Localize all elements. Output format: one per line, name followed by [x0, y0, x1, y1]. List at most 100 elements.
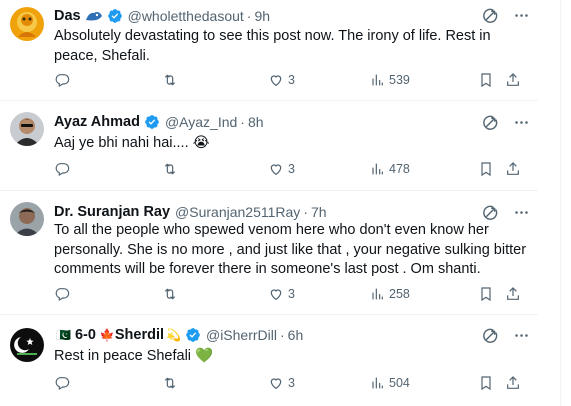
timestamp[interactable]: 9h — [254, 8, 270, 24]
reply-button[interactable] — [54, 72, 74, 88]
views-icon — [372, 377, 383, 389]
share-button[interactable] — [505, 375, 521, 391]
reply-feed: Das @wholetthedasout · 9h Absolutely dev… — [0, 0, 560, 406]
user-handle[interactable]: @iSherrDill — [206, 327, 277, 343]
user-handle[interactable]: @Ayaz_Ind — [165, 114, 237, 130]
like-button[interactable]: 3 — [268, 72, 295, 88]
maple-leaf-icon: 🍁 — [99, 328, 115, 342]
tweet-top-icons — [482, 114, 530, 131]
tweet-suranjan[interactable]: Dr. Suranjan Ray @Suranjan2511Ray · 7h T… — [0, 191, 538, 315]
bookmark-icon — [481, 287, 491, 302]
share-button[interactable] — [505, 161, 521, 177]
user-handle[interactable]: @wholetthedasout — [128, 8, 244, 24]
reply-icon — [55, 163, 70, 177]
tweet-actions: 3 258 — [54, 286, 524, 306]
display-name[interactable]: Das — [54, 8, 81, 24]
verified-badge-icon — [107, 8, 123, 24]
views-count: 504 — [389, 376, 410, 390]
reply-button[interactable] — [54, 286, 74, 302]
views-count: 539 — [389, 73, 410, 87]
more-icon[interactable] — [513, 7, 530, 24]
like-icon — [270, 289, 282, 301]
like-count: 3 — [288, 73, 295, 87]
tweet-top-icons — [482, 7, 530, 24]
more-icon[interactable] — [513, 204, 530, 221]
emoji-badge-icon — [85, 9, 103, 23]
pakistan-flag-icon: 🇵🇰 — [56, 328, 71, 342]
avatar[interactable] — [10, 112, 44, 146]
retweet-icon — [164, 377, 176, 389]
retweet-button[interactable] — [162, 72, 182, 88]
views-icon — [372, 74, 383, 86]
timestamp[interactable]: 8h — [248, 114, 264, 130]
more-icon[interactable] — [513, 327, 530, 344]
reply-icon — [55, 74, 70, 88]
like-button[interactable]: 3 — [268, 286, 295, 302]
tweet-sherdil[interactable]: 🇵🇰 6-0 🍁 Sherdil 💫 @iSherrDill · 6h Rest… — [0, 315, 538, 406]
like-button[interactable]: 3 — [268, 375, 295, 391]
avatar[interactable] — [10, 7, 44, 41]
tweet-das[interactable]: Das @wholetthedasout · 9h Absolutely dev… — [0, 0, 538, 101]
grok-icon[interactable] — [482, 204, 499, 221]
like-button[interactable]: 3 — [268, 161, 295, 177]
like-count: 3 — [288, 162, 295, 176]
views-button[interactable]: 258 — [369, 286, 410, 302]
like-count: 3 — [288, 376, 295, 390]
display-name[interactable]: Sherdil — [115, 327, 164, 343]
tweet-ayaz[interactable]: Ayaz Ahmad @Ayaz_Ind · 8h Aaj ye bhi nah… — [0, 101, 538, 191]
tweet-actions: 3 539 — [54, 72, 524, 92]
separator-dot: · — [246, 8, 252, 24]
avatar[interactable] — [10, 202, 44, 236]
views-button[interactable]: 504 — [369, 375, 410, 391]
avatar[interactable] — [10, 328, 44, 362]
share-button[interactable] — [505, 72, 521, 88]
verified-badge-icon — [144, 114, 160, 130]
like-icon — [270, 164, 282, 176]
separator-dot: · — [303, 204, 308, 220]
tweet-actions: 3 504 — [54, 375, 524, 395]
tweet-actions: 3 478 — [54, 161, 524, 181]
share-icon — [507, 73, 519, 86]
tweet-text: Aaj ye bhi nahi hai.... 😭 — [54, 135, 210, 151]
bookmark-button[interactable] — [478, 161, 494, 177]
views-count: 478 — [389, 162, 410, 176]
tweet-header: Das @wholetthedasout · 9h — [54, 6, 270, 26]
grok-icon[interactable] — [482, 327, 499, 344]
reply-button[interactable] — [54, 375, 74, 391]
retweet-button[interactable] — [162, 375, 182, 391]
reply-icon — [55, 377, 70, 391]
bookmark-button[interactable] — [478, 286, 494, 302]
more-icon[interactable] — [513, 114, 530, 131]
bookmark-button[interactable] — [478, 375, 494, 391]
display-name[interactable]: Dr. Suranjan Ray — [54, 204, 170, 220]
reply-button[interactable] — [54, 161, 74, 177]
display-name-score[interactable]: 6-0 — [75, 327, 96, 343]
bookmark-button[interactable] — [478, 72, 494, 88]
verified-badge-icon — [185, 327, 201, 343]
views-icon — [372, 163, 383, 175]
grok-icon[interactable] — [482, 114, 499, 131]
tweet-header: Dr. Suranjan Ray @Suranjan2511Ray · 7h — [54, 202, 327, 222]
user-handle[interactable]: @Suranjan2511Ray — [175, 204, 300, 220]
like-icon — [270, 378, 282, 390]
bookmark-icon — [481, 162, 491, 177]
views-button[interactable]: 478 — [369, 161, 410, 177]
timestamp[interactable]: 6h — [288, 327, 304, 343]
retweet-button[interactable] — [162, 161, 182, 177]
share-icon — [507, 287, 519, 300]
tweet-text: Rest in peace Shefali 💚 — [54, 348, 214, 364]
views-button[interactable]: 539 — [369, 72, 410, 88]
grok-icon[interactable] — [482, 7, 499, 24]
retweet-icon — [164, 288, 176, 300]
like-icon — [270, 75, 282, 87]
retweet-icon — [164, 163, 176, 175]
display-name[interactable]: Ayaz Ahmad — [54, 114, 140, 130]
reply-icon — [55, 288, 70, 302]
retweet-button[interactable] — [162, 286, 182, 302]
separator-dot: · — [240, 114, 245, 130]
sparkle-star-icon: 💫 — [166, 328, 181, 342]
share-icon — [507, 162, 519, 175]
share-button[interactable] — [505, 286, 521, 302]
bookmark-icon — [481, 376, 491, 391]
timestamp[interactable]: 7h — [311, 204, 327, 220]
